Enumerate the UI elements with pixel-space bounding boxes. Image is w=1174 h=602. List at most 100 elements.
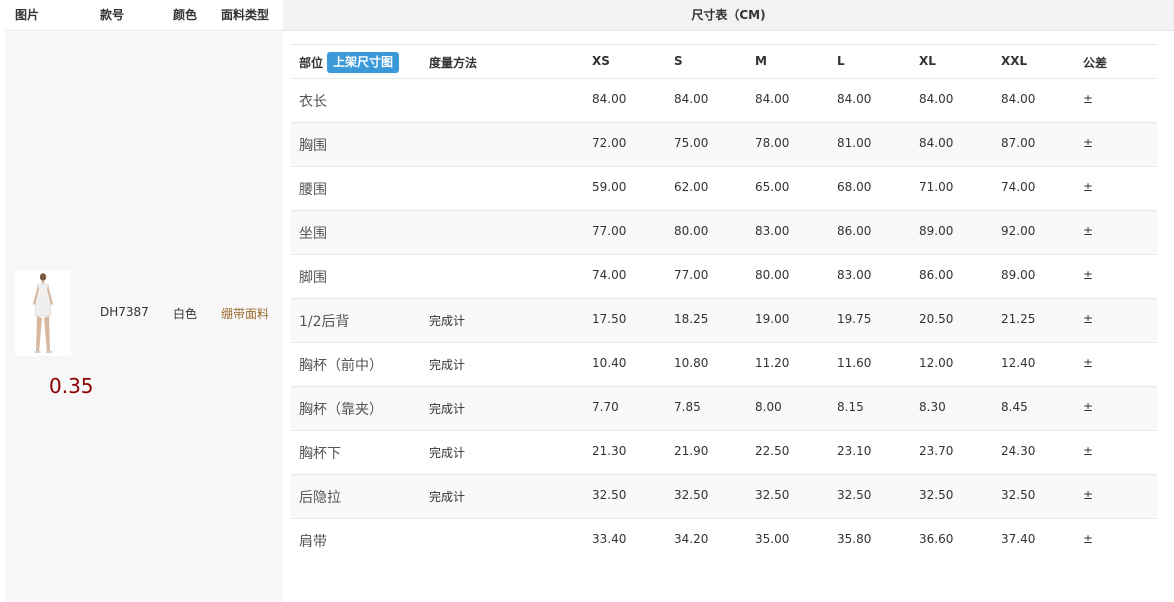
row-value-xl: 8.30 <box>919 400 946 414</box>
row-tolerance: ± <box>1083 136 1094 150</box>
row-value-l: 8.15 <box>837 400 864 414</box>
column-size-xl: XL <box>919 54 936 68</box>
row-value-m: 84.00 <box>755 92 790 106</box>
row-value-xs: 17.50 <box>592 312 627 326</box>
row-tolerance: ± <box>1083 444 1094 458</box>
row-part: 胸杯下 <box>299 446 341 462</box>
row-value-xxl: 84.00 <box>1001 92 1036 106</box>
row-value-l: 68.00 <box>837 180 872 194</box>
row-value-xs: 77.00 <box>592 224 627 238</box>
product-table-header: 图片 款号 颜色 面料类型 <box>5 0 283 31</box>
header-style-no: 款号 <box>100 8 125 22</box>
row-value-s: 34.20 <box>674 532 709 546</box>
table-row: 后隐拉 完成计 32.50 32.50 32.50 32.50 32.50 32.50 ± <box>291 475 1157 519</box>
row-value-xs: 72.00 <box>592 136 627 150</box>
row-value-xxl: 74.00 <box>1001 180 1036 194</box>
row-value-xl: 20.50 <box>919 312 954 326</box>
row-value-l: 11.60 <box>837 356 872 370</box>
row-part: 衣长 <box>299 94 327 110</box>
row-tolerance: ± <box>1083 268 1094 282</box>
listing-size-chart-button[interactable]: 上架尺寸图 <box>327 52 400 73</box>
table-row: 肩带 33.40 34.20 35.00 35.80 36.60 37.40 ± <box>291 519 1157 563</box>
row-value-l: 23.10 <box>837 444 872 458</box>
row-value-s: 21.90 <box>674 444 709 458</box>
row-value-xl: 32.50 <box>919 488 954 502</box>
column-size-xxl: XXL <box>1001 54 1028 68</box>
row-value-m: 78.00 <box>755 136 790 150</box>
row-value-s: 18.25 <box>674 312 709 326</box>
fabric-type-value: 绷带面料 <box>221 307 270 321</box>
row-value-xxl: 8.45 <box>1001 400 1028 414</box>
column-method: 度量方法 <box>429 56 478 70</box>
row-tolerance: ± <box>1083 400 1094 414</box>
row-value-s: 10.80 <box>674 356 709 370</box>
row-value-xl: 84.00 <box>919 136 954 150</box>
table-row: 胸围 72.00 75.00 78.00 81.00 84.00 87.00 ± <box>291 123 1157 167</box>
row-value-s: 75.00 <box>674 136 709 150</box>
table-row: 胸杯下 完成计 21.30 21.90 22.50 23.10 23.70 24.30 ± <box>291 431 1157 475</box>
row-tolerance: ± <box>1083 488 1094 502</box>
row-part: 胸杯（前中） <box>299 358 383 374</box>
row-part: 坐围 <box>299 226 327 242</box>
row-value-s: 32.50 <box>674 488 709 502</box>
size-table-body: 衣长 84.00 84.00 84.00 84.00 84.00 84.00 ± 胸围 72.00… <box>291 79 1157 563</box>
row-value-m: 83.00 <box>755 224 790 238</box>
row-value-s: 77.00 <box>674 268 709 282</box>
row-value-s: 80.00 <box>674 224 709 238</box>
row-value-m: 19.00 <box>755 312 790 326</box>
row-value-xxl: 89.00 <box>1001 268 1036 282</box>
row-value-xs: 59.00 <box>592 180 627 194</box>
row-value-xxl: 37.40 <box>1001 532 1036 546</box>
row-method: 完成计 <box>429 314 466 328</box>
row-value-l: 32.50 <box>837 488 872 502</box>
row-method: 完成计 <box>429 402 466 416</box>
table-row: 坐围 77.00 80.00 83.00 86.00 89.00 92.00 ± <box>291 211 1157 255</box>
row-value-s: 62.00 <box>674 180 709 194</box>
row-value-xxl: 32.50 <box>1001 488 1036 502</box>
header-fabric-type: 面料类型 <box>221 8 270 22</box>
row-part: 胸杯（靠夹） <box>299 402 383 418</box>
row-value-l: 19.75 <box>837 312 872 326</box>
size-chart-panel: 尺寸表（CM) 部位 上架尺寸图 度量方法 XS S M L XL XXL 公差… <box>283 0 1174 602</box>
row-value-xl: 89.00 <box>919 224 954 238</box>
row-value-m: 32.50 <box>755 488 790 502</box>
row-value-m: 22.50 <box>755 444 790 458</box>
row-value-l: 83.00 <box>837 268 872 282</box>
row-value-xs: 84.00 <box>592 92 627 106</box>
row-value-xs: 21.30 <box>592 444 627 458</box>
row-value-m: 35.00 <box>755 532 790 546</box>
row-value-xxl: 21.25 <box>1001 312 1036 326</box>
row-value-xs: 74.00 <box>592 268 627 282</box>
row-value-xl: 86.00 <box>919 268 954 282</box>
row-value-m: 65.00 <box>755 180 790 194</box>
product-image[interactable] <box>15 270 71 356</box>
column-tolerance: 公差 <box>1083 56 1108 70</box>
row-value-xl: 12.00 <box>919 356 954 370</box>
row-method: 完成计 <box>429 446 466 460</box>
row-tolerance: ± <box>1083 92 1094 106</box>
row-value-l: 86.00 <box>837 224 872 238</box>
row-tolerance: ± <box>1083 532 1094 546</box>
row-value-xxl: 87.00 <box>1001 136 1036 150</box>
row-value-xxl: 24.30 <box>1001 444 1036 458</box>
row-value-xs: 32.50 <box>592 488 627 502</box>
row-value-xxl: 92.00 <box>1001 224 1036 238</box>
table-row: 衣长 84.00 84.00 84.00 84.00 84.00 84.00 ± <box>291 79 1157 123</box>
row-method: 完成计 <box>429 490 466 504</box>
size-table: 部位 上架尺寸图 度量方法 XS S M L XL XXL 公差 衣长 84.00… <box>291 44 1157 563</box>
column-size-m: M <box>755 54 767 68</box>
product-row: 0.35 DH7387 白色 绷带面料 <box>5 32 283 602</box>
row-method: 完成计 <box>429 358 466 372</box>
row-tolerance: ± <box>1083 312 1094 326</box>
row-value-l: 84.00 <box>837 92 872 106</box>
row-value-xxl: 12.40 <box>1001 356 1036 370</box>
header-color: 颜色 <box>173 8 198 22</box>
row-part: 脚围 <box>299 270 327 286</box>
row-value-xl: 84.00 <box>919 92 954 106</box>
row-value-s: 84.00 <box>674 92 709 106</box>
table-row: 1/2后背 完成计 17.50 18.25 19.00 19.75 20.50 21.25 ± <box>291 299 1157 343</box>
row-value-xs: 33.40 <box>592 532 627 546</box>
row-part: 1/2后背 <box>299 314 350 330</box>
row-part: 胸围 <box>299 138 327 154</box>
product-info-panel: 图片 款号 颜色 面料类型 0.35 DH7387 白色 绷带面料 <box>5 0 283 602</box>
